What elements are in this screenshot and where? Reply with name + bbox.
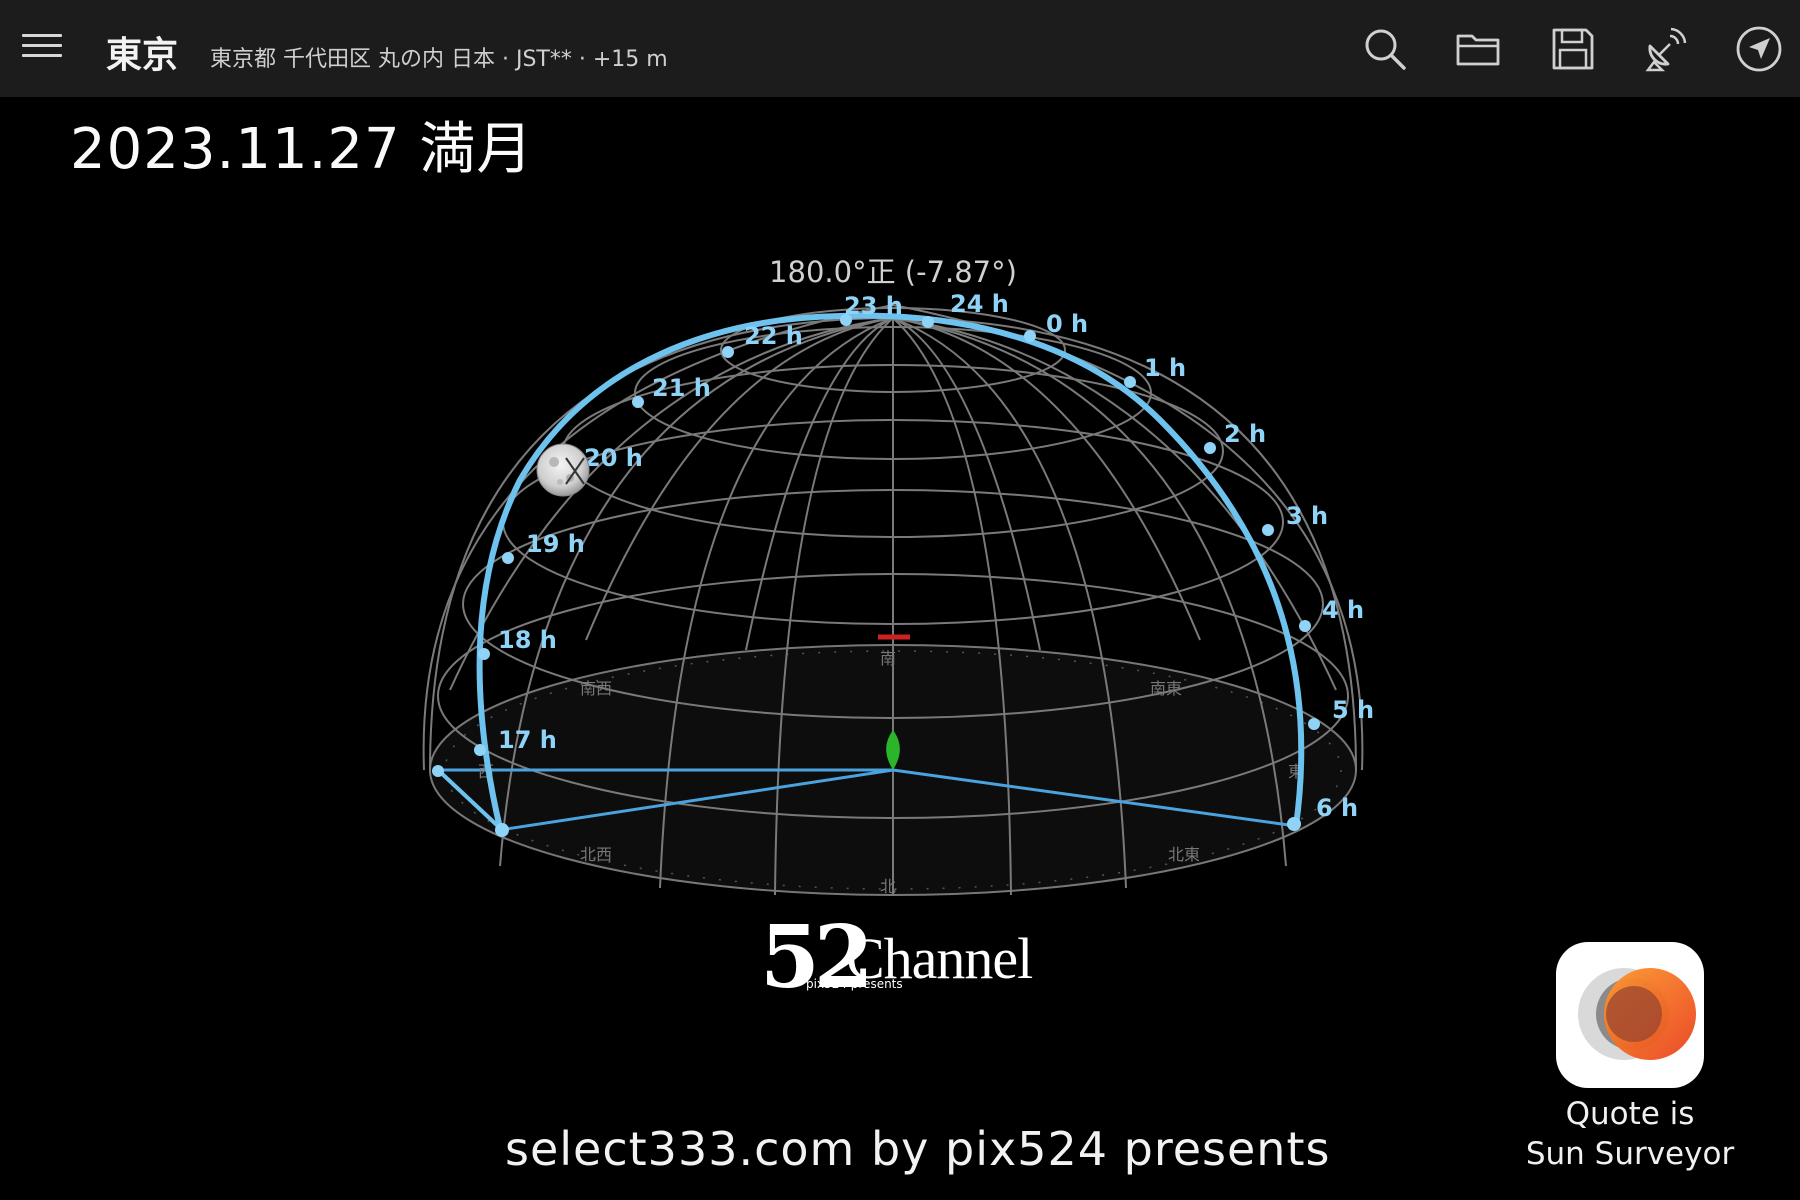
full-moon-icon[interactable]: [536, 443, 590, 497]
hour-label: 2 h: [1224, 420, 1266, 448]
hour-label: 23 h: [844, 292, 903, 320]
hour-label: 1 h: [1144, 354, 1186, 382]
hour-label: 19 h: [526, 530, 585, 558]
hour-label: 6 h: [1316, 794, 1358, 822]
hour-label: 0 h: [1046, 310, 1088, 338]
hour-label: 20 h: [584, 444, 643, 472]
azimuth-altitude-readout: 180.0°正 (-7.87°): [769, 255, 1017, 289]
compass-north: 北: [880, 877, 896, 896]
compass-southeast: 南東: [1150, 679, 1182, 698]
hour-label: 5 h: [1332, 696, 1374, 724]
sun-surveyor-app-icon: [1556, 942, 1704, 1088]
compass-northeast: 北東: [1168, 845, 1200, 864]
quote-line1: Quote is: [1565, 1096, 1695, 1132]
52channel-logo: 52 Channel pix524 presents: [760, 907, 1060, 1015]
logo-subtitle: pix524 presents: [806, 977, 903, 991]
hour-label: 4 h: [1322, 596, 1364, 624]
hour-label: 24 h: [950, 290, 1009, 318]
hour-label: 17 h: [498, 726, 557, 754]
quote-credit: Quote is Sun Surveyor: [1490, 1094, 1770, 1174]
hour-label: 22 h: [744, 322, 803, 350]
quote-line2: Sun Surveyor: [1525, 1136, 1735, 1172]
compass-south: 南: [880, 649, 896, 668]
compass-northwest: 北西: [580, 845, 612, 864]
site-credit: select333.com by pix524 presents: [505, 1122, 1331, 1176]
hour-label: 18 h: [498, 626, 557, 654]
hour-label: 21 h: [652, 374, 711, 402]
hour-label: 3 h: [1286, 502, 1328, 530]
sky-dome-view[interactable]: 南 北 東 西 南東 南西 北東 北西 23 h 24 h 0 h 1 h 2 …: [0, 0, 1800, 1200]
compass-southwest: 南西: [580, 679, 612, 698]
